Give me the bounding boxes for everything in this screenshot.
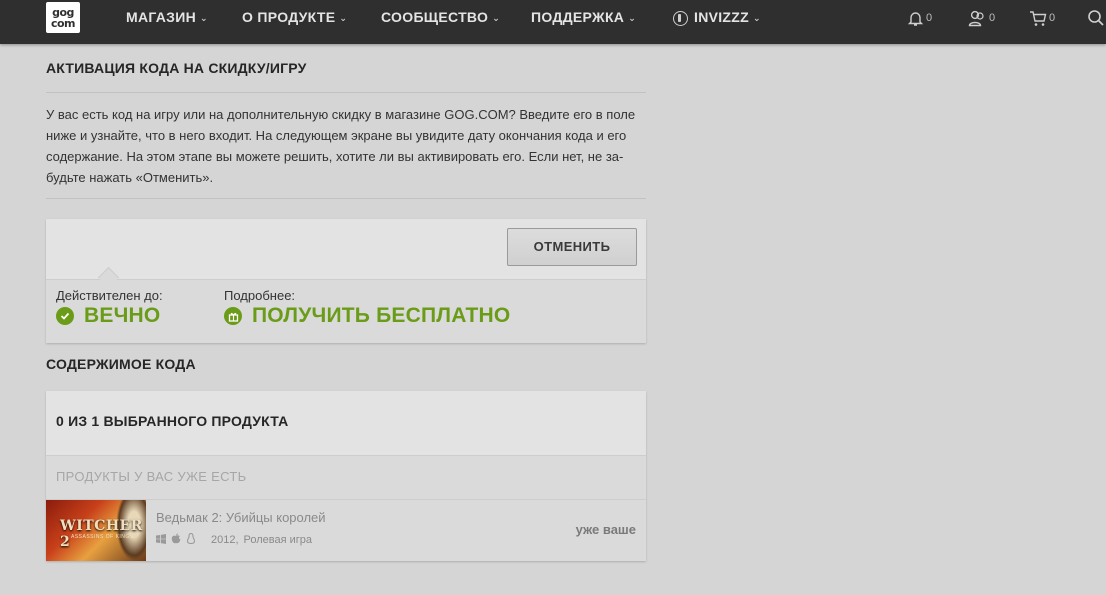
nav-support-label: ПОДДЕРЖКА [531,9,625,25]
logo-line-gog: gog [52,5,74,19]
notifications-count: 0 [926,12,933,24]
nav-about-label: О ПРОДУКТЕ [242,9,336,25]
game-cover-image: WITCHER 2 ASSASSINS OF KINGS [46,500,146,561]
chevron-down-icon: ⌄ [199,13,208,23]
cancel-button[interactable]: ОТМЕНИТЬ [507,228,637,266]
details-text: ПОЛУЧИТЬ БЕСПЛАТНО [252,304,511,327]
owned-products-label: ПРОДУКТЫ У ВАС УЖЕ ЕСТЬ [56,469,247,484]
search-icon [1088,10,1104,26]
code-details-panel: ОТМЕНИТЬ Действителен до: ВЕЧНО Подробне… [46,219,646,343]
nav-community-label: СООБЩЕСТВО [381,9,489,25]
code-contents-title: СОДЕРЖИМОЕ КОДА [46,356,196,372]
code-products-panel: 0 ИЗ 1 ВЫБРАННОГО ПРОДУКТА ПРОДУКТЫ У ВА… [46,391,646,561]
cart-button[interactable]: 0 [1029,8,1055,28]
user-avatar-icon [673,11,688,26]
code-actions-area: ОТМЕНИТЬ [46,219,646,279]
cart-icon [1030,10,1047,26]
nav-about-menu[interactable]: О ПРОДУКТЕ ⌄ [242,0,347,34]
top-navigation-bar: gog com МАГАЗИН ⌄ О ПРОДУКТЕ ⌄ СООБЩЕСТВО ⌄… [0,0,1106,44]
logo-line-com: com [50,16,76,30]
gift-icon [224,307,242,325]
details-value: ПОЛУЧИТЬ БЕСПЛАТНО [224,304,510,328]
product-meta: 2012, Ролевая игра [156,532,313,547]
valid-until-label: Действителен до: [56,288,163,303]
valid-until-text: ВЕЧНО [84,304,161,327]
friends-icon [968,10,984,26]
apple-icon [171,533,181,547]
os-icons [156,532,201,547]
notifications-button[interactable]: 0 [907,8,932,28]
search-button[interactable] [1087,8,1105,28]
chevron-down-icon: ⌄ [752,13,761,23]
cart-count: 0 [1049,12,1056,24]
product-genre: Ролевая игра [243,534,313,546]
product-title[interactable]: Ведьмак 2: Убийцы королей [156,510,326,525]
chevron-down-icon: ⌄ [492,13,501,23]
friends-button[interactable]: 0 [968,8,995,28]
nav-support-menu[interactable]: ПОДДЕРЖКА ⌄ [531,0,636,34]
nav-community-menu[interactable]: СООБЩЕСТВО ⌄ [381,0,500,34]
valid-until-value: ВЕЧНО [56,304,160,328]
nav-user-menu[interactable]: INVIZZZ ⌄ [673,0,761,34]
windows-icon [156,533,166,547]
divider [46,92,646,93]
chevron-down-icon: ⌄ [339,13,348,23]
divider [46,279,646,280]
checkmark-icon [56,307,74,325]
chevron-down-icon: ⌄ [628,13,637,23]
linux-icon [186,532,196,547]
nav-store-menu[interactable]: МАГАЗИН ⌄ [126,0,208,34]
cover-subtitle: ASSASSINS OF KINGS [71,534,134,540]
page-title: АКТИВАЦИЯ КОДА НА СКИДКУ/ИГРУ [46,60,307,76]
divider [46,198,646,199]
owned-products-header: ПРОДУКТЫ У ВАС УЖЕ ЕСТЬ [46,455,646,500]
nav-store-label: МАГАЗИН [126,9,196,25]
intro-text: У вас есть код на игру или на дополнител… [46,107,636,185]
product-year: 2012, [211,534,239,546]
bell-icon [907,11,924,26]
product-row[interactable]: WITCHER 2 ASSASSINS OF KINGS Ведьмак 2: … [46,500,646,561]
friends-count: 0 [989,12,996,24]
selected-products-count: 0 ИЗ 1 ВЫБРАННОГО ПРОДУКТА [56,413,289,429]
gog-logo[interactable]: gog com [46,2,80,33]
details-label: Подробнее: [224,288,296,303]
owned-status: уже ваше [575,522,636,537]
nav-user-label: INVIZZZ [694,9,749,25]
